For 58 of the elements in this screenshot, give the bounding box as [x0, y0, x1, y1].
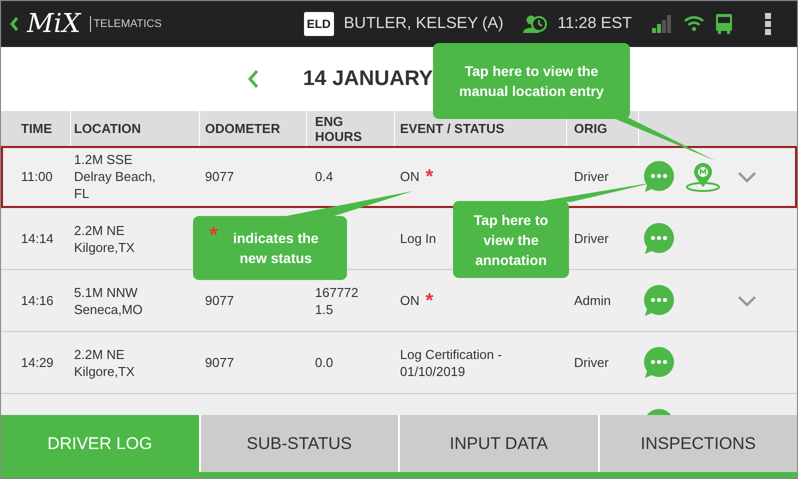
- signal-icon: [652, 15, 672, 33]
- driver-clock-icon[interactable]: [523, 14, 548, 34]
- event-text: Log Certification - 01/10/2019: [400, 346, 503, 380]
- annotation-icon[interactable]: [642, 160, 676, 192]
- log-row[interactable]: 11:00 1.2M SSE Delray Beach, FL 9077 0.4 ON * Driver: [1, 146, 797, 208]
- column-header: LOCATION: [74, 121, 141, 136]
- odometer-text: 9077: [205, 292, 234, 308]
- time-text: 14:29: [21, 354, 54, 370]
- expand-chevron-icon[interactable]: [737, 294, 757, 306]
- driver-name: BUTLER, KELSEY (A): [344, 14, 504, 34]
- location-text: 5.1M NNW Seneca,MO: [74, 284, 144, 318]
- callout-text: Tap here to view the annotation: [472, 210, 550, 270]
- origin-text: Driver: [574, 354, 609, 370]
- date-title: 14 JANUARY: [303, 66, 433, 92]
- location-text: 2.2M NE Kilgore,TX: [74, 346, 136, 380]
- logo: MiX: [27, 11, 80, 37]
- bottom-tab[interactable]: INSPECTIONS: [600, 415, 797, 472]
- menu-icon[interactable]: [764, 13, 771, 35]
- engine-hours-text: 0.4: [315, 169, 334, 184]
- new-status-mark: *: [426, 290, 434, 310]
- column-header: TIME: [21, 121, 52, 136]
- location-text: 2.2M NE Kilgore,TX: [74, 222, 136, 256]
- odometer-text: 9077: [205, 168, 234, 184]
- time-text: 14:14: [21, 230, 54, 246]
- origin-text: Driver: [574, 168, 609, 184]
- new-status-mark: *: [209, 224, 218, 246]
- time-text: 11:00: [21, 168, 53, 184]
- column-header: ENG HOURS: [315, 114, 363, 144]
- time-text: 14:16: [21, 292, 54, 308]
- annotation-icon[interactable]: [642, 284, 676, 316]
- column-header: ORIG: [574, 121, 608, 136]
- engine-hours-text: 0.0: [315, 355, 334, 370]
- back-chevron-icon[interactable]: [9, 16, 19, 32]
- location-pin-icon[interactable]: [685, 162, 721, 192]
- odometer-text: 9077: [205, 354, 234, 370]
- bottom-tab[interactable]: SUB-STATUS: [200, 415, 398, 472]
- clock-time: 11:28 EST: [557, 14, 632, 34]
- annotation-icon[interactable]: [642, 222, 676, 254]
- event-text: Log In: [400, 230, 436, 247]
- event-text: ON: [400, 292, 420, 309]
- column-header: ODOMETER: [205, 121, 280, 136]
- origin-text: Driver: [574, 230, 609, 246]
- new-status-mark: *: [426, 166, 434, 186]
- bottom-tab[interactable]: INPUT DATA: [400, 415, 598, 472]
- eld-badge: ELD: [304, 12, 334, 36]
- origin-text: Admin: [574, 292, 611, 308]
- event-text: ON: [400, 168, 420, 185]
- previous-day-icon[interactable]: [247, 69, 259, 89]
- engine-hours-text: 167772 1.5: [315, 284, 358, 316]
- column-header: EVENT / STATUS: [400, 121, 504, 136]
- annotation-icon[interactable]: [642, 346, 676, 378]
- location-text: 1.2M SSE Delray Beach, FL: [74, 151, 157, 202]
- brand-label: TELEMATICS: [90, 16, 162, 32]
- wifi-icon: [684, 16, 704, 32]
- expand-chevron-icon[interactable]: [737, 170, 757, 182]
- callout-text: Tap here to view the manual location entry: [458, 62, 605, 101]
- truck-icon: [716, 14, 732, 34]
- callout-text: indicates the new status: [232, 229, 320, 268]
